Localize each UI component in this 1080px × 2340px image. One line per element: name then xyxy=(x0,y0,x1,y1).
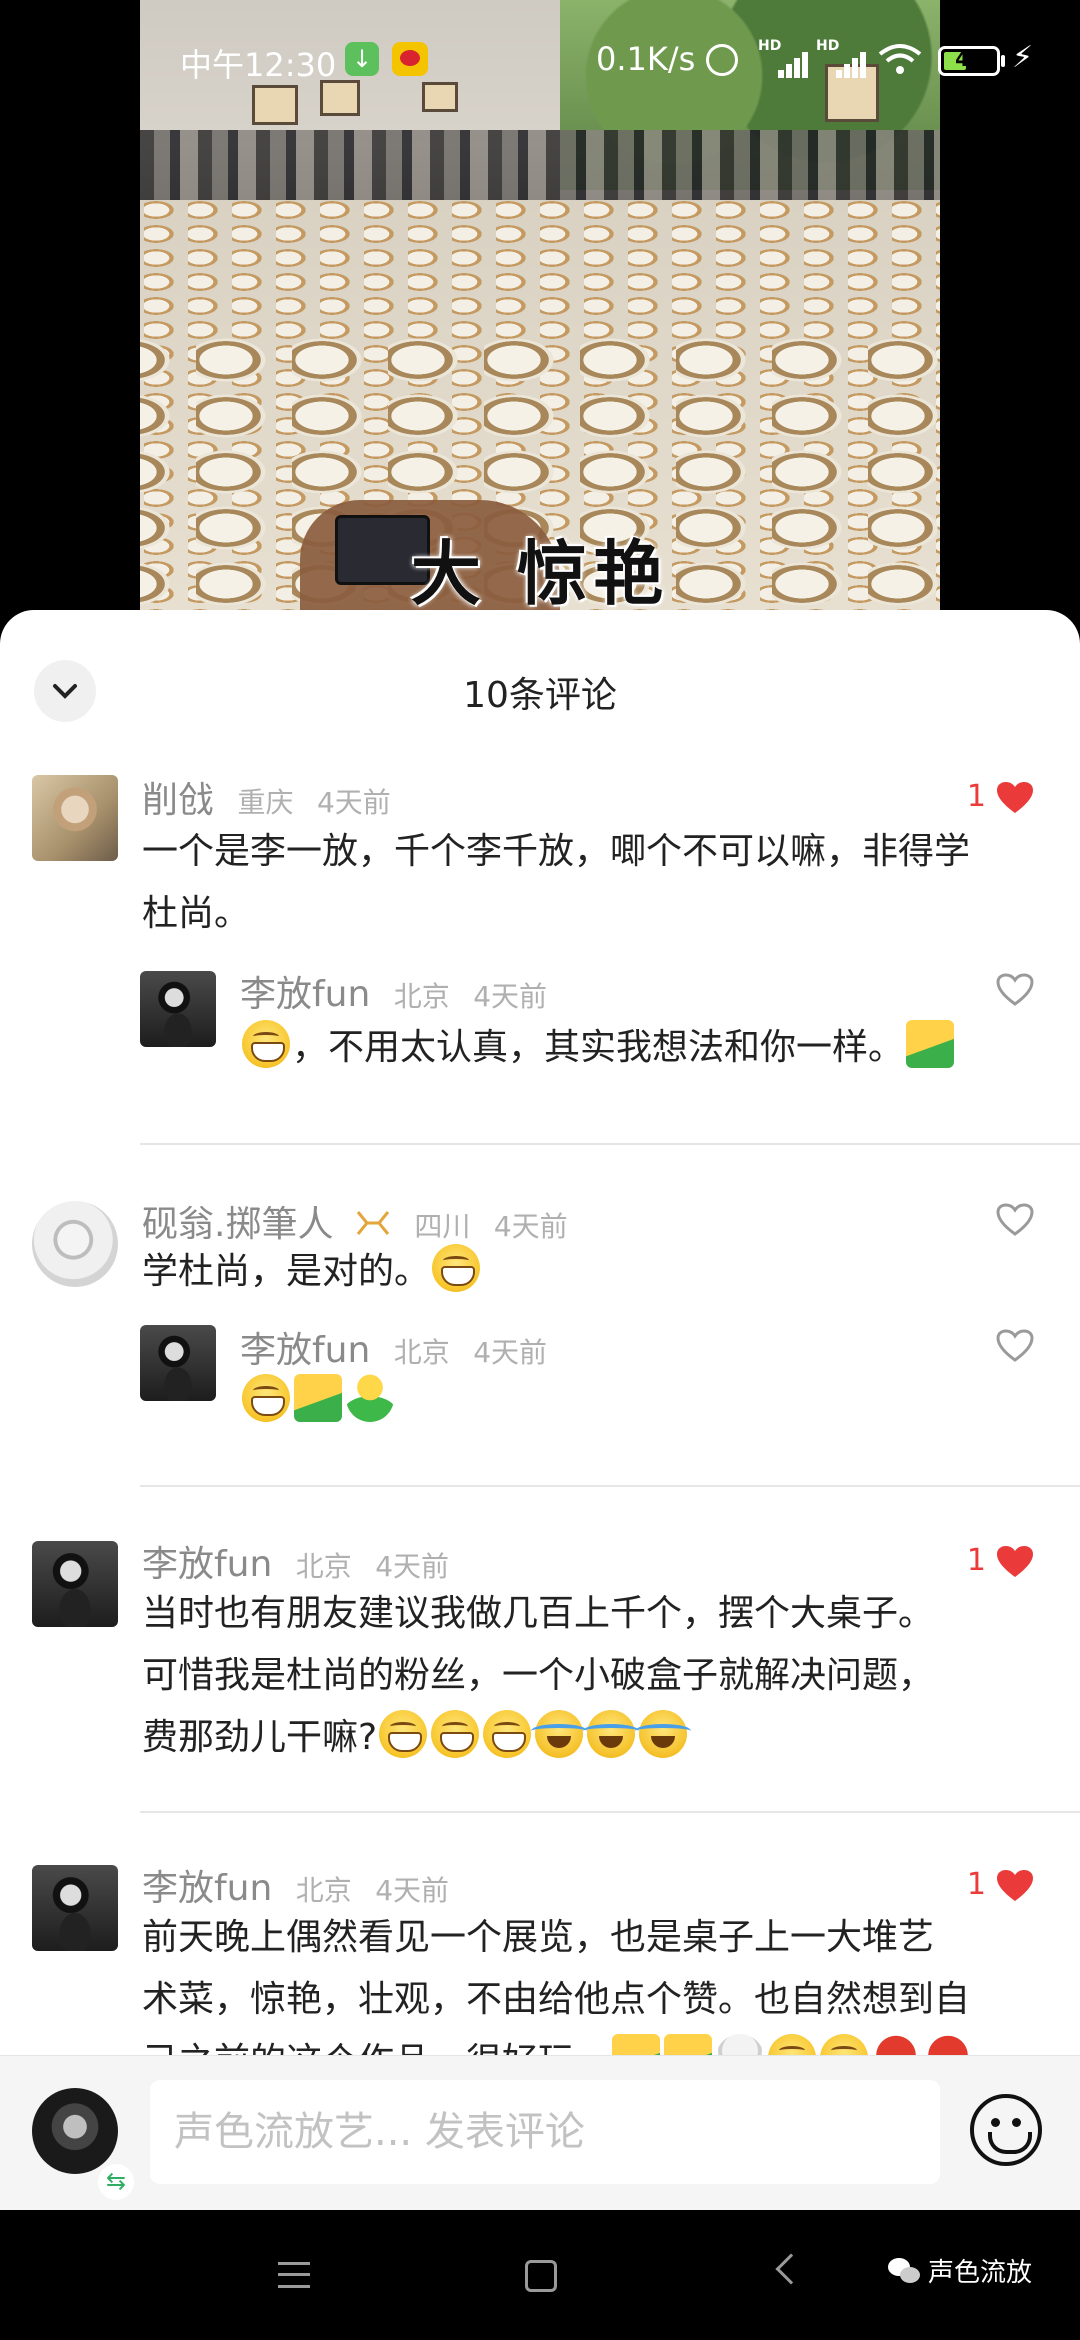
back-icon[interactable] xyxy=(775,2253,807,2285)
grin-emoji-icon xyxy=(379,1710,428,1758)
avatar[interactable] xyxy=(32,775,118,861)
like-count: 1 xyxy=(966,1867,986,1902)
avatar[interactable] xyxy=(32,1865,118,1951)
grin-emoji-icon xyxy=(483,1710,532,1758)
divider xyxy=(140,1811,1080,1813)
comment-location: 北京 xyxy=(295,1550,352,1583)
laugh-cry-emoji-icon xyxy=(583,1710,640,1758)
weibo-icon xyxy=(392,42,428,76)
reply-location: 北京 xyxy=(393,1336,450,1369)
comment-location: 重庆 xyxy=(237,786,294,819)
wechat-watermark: 声色流放 xyxy=(888,2252,1032,2289)
comment-text: 当时也有朋友建议我做几百上千个，摆个大桌子。 xyxy=(142,1593,935,1634)
like-button[interactable] xyxy=(914,971,1034,1011)
heart-filled-icon xyxy=(997,1870,1033,1901)
wechat-icon xyxy=(888,2258,922,2286)
like-count: 1 xyxy=(966,1543,986,1578)
wifi-icon xyxy=(878,44,922,74)
comment-time: 4天前 xyxy=(375,1874,450,1907)
emoji-button[interactable] xyxy=(970,2094,1042,2166)
crown-badge-icon xyxy=(356,1211,390,1235)
video-subtitle: 大 惊艳 xyxy=(410,533,670,615)
comment-text: 费那劲儿干嘛? xyxy=(142,1717,378,1758)
thumbs-up-emoji-icon xyxy=(906,1020,955,1068)
reply-time: 4天前 xyxy=(473,980,548,1013)
grin-emoji-icon xyxy=(242,1374,290,1422)
grin-emoji-icon xyxy=(432,1244,481,1292)
status-bar: 中午12:30 ↓ 0.1K/s HD HD 41 ⚡ xyxy=(0,30,1080,90)
menu-icon[interactable] xyxy=(278,2262,310,2288)
comment-text: 术菜，惊艳，壮观，不由给他点个赞。也自然想到自 xyxy=(142,1979,971,2020)
comment-text: 学杜尚，是对的。 xyxy=(142,1251,431,1292)
like-count: 1 xyxy=(966,779,986,814)
divider xyxy=(140,1143,1080,1145)
laugh-cry-emoji-icon xyxy=(531,1710,588,1758)
heart-filled-icon xyxy=(997,782,1033,813)
watermark-text: 声色流放 xyxy=(928,2258,1033,2288)
comment-location: 四川 xyxy=(414,1210,471,1243)
grin-emoji-icon xyxy=(242,1020,290,1068)
comment-input[interactable]: 声色流放艺... 发表评论 xyxy=(150,2080,940,2184)
signal-icon xyxy=(814,44,866,78)
like-button[interactable]: 1 xyxy=(914,1543,1034,1583)
avatar[interactable] xyxy=(140,971,216,1047)
divider xyxy=(140,1485,1080,1487)
sheet-header: 10条评论 xyxy=(0,610,1080,780)
reply-time: 4天前 xyxy=(473,1336,548,1369)
like-button[interactable] xyxy=(914,1201,1034,1241)
status-time: 中午12:30 xyxy=(180,46,337,84)
network-speed: 0.1K/s xyxy=(596,40,696,78)
avatar[interactable] xyxy=(32,1201,118,1287)
avatar[interactable] xyxy=(140,1325,216,1401)
comment-username[interactable]: 砚翁.掷筆人 xyxy=(142,1204,333,1245)
comment-username[interactable]: 削戗 xyxy=(142,780,214,821)
comment-input-bar: ⇆ 声色流放艺... 发表评论 xyxy=(0,2055,1080,2210)
home-icon[interactable] xyxy=(525,2260,557,2292)
heart-filled-icon xyxy=(997,1546,1033,1577)
heart-outline-icon xyxy=(996,973,1034,1006)
comment-username[interactable]: 李放fun xyxy=(142,1868,272,1909)
download-icon: ↓ xyxy=(345,42,379,76)
alarm-icon xyxy=(706,44,738,76)
laugh-cry-emoji-icon xyxy=(635,1710,692,1758)
comments-count-title: 10条评论 xyxy=(463,675,617,716)
heart-outline-icon xyxy=(996,1203,1034,1236)
reply-location: 北京 xyxy=(393,980,450,1013)
hug-emoji-icon xyxy=(346,1374,394,1422)
comment-text: 一个是李一放，千个李千放，唧个不可以嘛，非得学 xyxy=(142,831,971,872)
comment-time: 4天前 xyxy=(375,1550,450,1583)
heart-outline-icon xyxy=(996,1329,1034,1362)
screen: 大 惊艳 中午12:30 ↓ 0.1K/s HD HD 41 ⚡ 10条评论 削… xyxy=(0,0,1080,2340)
comment-time: 4天前 xyxy=(493,1210,568,1243)
comment-text: 杜尚。 xyxy=(142,893,251,934)
my-avatar[interactable] xyxy=(32,2088,118,2174)
avatar[interactable] xyxy=(32,1541,118,1627)
comment-username[interactable]: 李放fun xyxy=(142,1544,272,1585)
switch-account-icon[interactable]: ⇆ xyxy=(98,2164,134,2200)
comment-time: 4天前 xyxy=(316,786,391,819)
comment-text: 可惜我是杜尚的粉丝，一个小破盒子就解决问题， xyxy=(142,1655,935,1696)
thumbs-up-emoji-icon xyxy=(294,1374,342,1422)
comment-text: 前天晚上偶然看见一个展览，也是桌子上一大堆艺 xyxy=(142,1917,935,1958)
reply-text: ，不用太认真，其实我想法和你一样。 xyxy=(292,1027,905,1068)
reply-username[interactable]: 李放fun xyxy=(240,974,370,1015)
reply-username[interactable]: 李放fun xyxy=(240,1330,370,1371)
charging-icon: ⚡ xyxy=(1012,40,1034,75)
comment-location: 北京 xyxy=(295,1874,352,1907)
like-button[interactable] xyxy=(914,1327,1034,1367)
signal-icon xyxy=(756,44,808,78)
like-button[interactable]: 1 xyxy=(914,1867,1034,1907)
grin-emoji-icon xyxy=(431,1710,480,1758)
like-button[interactable]: 1 xyxy=(914,779,1034,819)
battery-icon: 41 xyxy=(938,46,1005,76)
comments-sheet: 10条评论 削戗 重庆 4天前 1 一个是李一放，千个李千放，唧个不可以嘛，非得… xyxy=(0,610,1080,2060)
system-nav-bar: 声色流放 xyxy=(0,2210,1080,2340)
